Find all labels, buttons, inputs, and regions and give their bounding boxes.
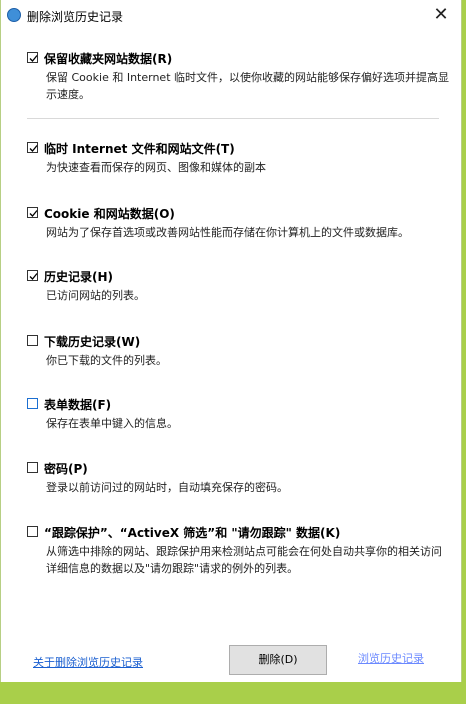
downloads-checkbox[interactable] (27, 335, 38, 346)
divider (27, 118, 439, 119)
close-icon[interactable]: ✕ (429, 4, 453, 26)
title-bar: 删除浏览历史记录 ✕ (1, 0, 461, 32)
delete-button[interactable]: 删除(D) (229, 645, 327, 675)
temp-files-desc: 为快速查看而保存的网页、图像和媒体的副本 (46, 161, 266, 174)
cancel-button[interactable]: 浏览历史记录 (335, 645, 447, 675)
passwords-checkbox[interactable] (27, 462, 38, 473)
form-data-desc: 保存在表单中键入的信息。 (46, 417, 178, 430)
form-data-checkbox[interactable] (27, 398, 38, 409)
tracking-checkbox[interactable] (27, 526, 38, 537)
tracking-desc: 从筛选中排除的网站、跟踪保护用来检测站点可能会在何处自动共享你的相关访问详细信息… (46, 545, 442, 575)
form-data-label: 表单数据(F) (44, 398, 112, 412)
window-title: 删除浏览历史记录 (27, 10, 124, 24)
ie-icon (7, 8, 21, 22)
temp-files-label: 临时 Internet 文件和网站文件(T) (44, 142, 235, 156)
cookies-label: Cookie 和网站数据(O) (44, 207, 175, 221)
keep-favorites-desc: 保留 Cookie 和 Internet 临时文件，以使你收藏的网站能够保存偏好… (46, 71, 449, 101)
history-checkbox[interactable] (27, 270, 38, 281)
history-desc: 已访问网站的列表。 (46, 289, 145, 302)
cookies-checkbox[interactable] (27, 207, 38, 218)
keep-favorites-label: 保留收藏夹网站数据(R) (44, 52, 173, 66)
delete-history-dialog: 删除浏览历史记录 ✕ 保留收藏夹网站数据(R) 保留 Cookie 和 Inte… (0, 0, 462, 682)
keep-favorites-checkbox[interactable] (27, 52, 38, 63)
downloads-desc: 你已下载的文件的列表。 (46, 354, 167, 367)
background-taskbar (0, 688, 466, 704)
cookies-desc: 网站为了保存首选项或改善网站性能而存储在你计算机上的文件或数据库。 (46, 226, 409, 239)
tracking-label: “跟踪保护”、“ActiveX 筛选”和 "请勿跟踪" 数据(K) (44, 526, 341, 540)
history-label: 历史记录(H) (44, 270, 114, 284)
about-delete-history-link[interactable]: 关于删除浏览历史记录 (33, 654, 143, 670)
temp-files-checkbox[interactable] (27, 142, 38, 153)
downloads-label: 下载历史记录(W) (44, 335, 141, 349)
passwords-label: 密码(P) (44, 462, 88, 476)
passwords-desc: 登录以前访问过的网站时，自动填充保存的密码。 (46, 481, 288, 494)
